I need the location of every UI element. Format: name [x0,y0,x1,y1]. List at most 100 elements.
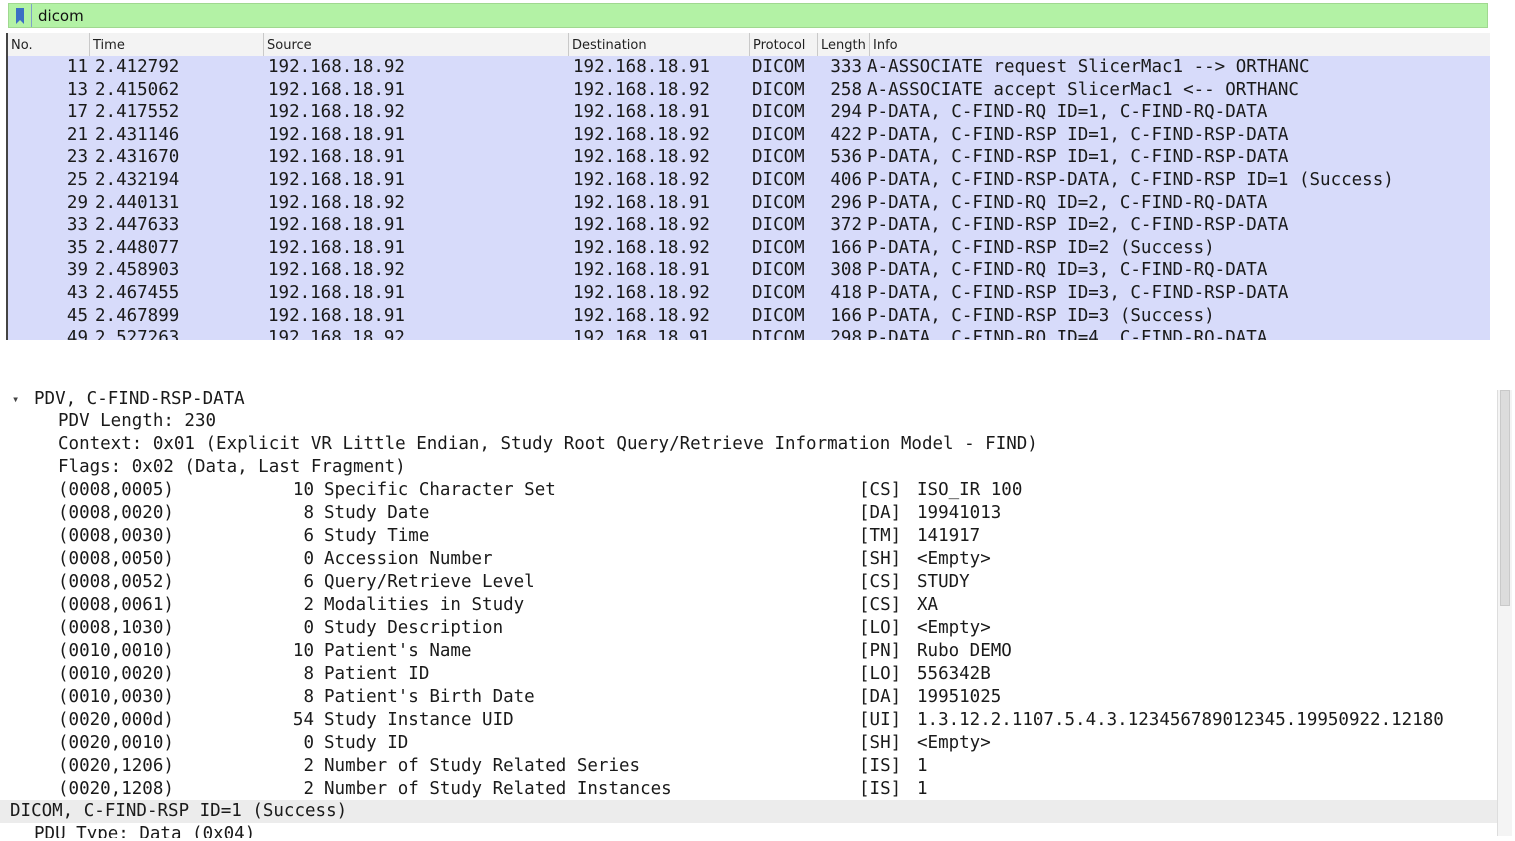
dicom-tag: (0008,0020) [58,503,174,523]
dicom-tag-length: 8 [303,664,314,684]
table-row[interactable]: 43 2.467455 192.168.18.91 192.168.18.92 DICO… [8,282,1490,305]
dicom-tag-row[interactable]: (0008,0030) 6 Study Time [TM] 141917 [0,525,1497,548]
dicom-tag-row[interactable]: (0008,0061) 2 Modalities in Study [CS] XA [0,594,1497,617]
dicom-tag: (0010,0030) [58,687,174,707]
dicom-tag-row[interactable]: (0010,0030) 8 Patient's Birth Date [DA] 1995… [0,686,1497,709]
packet-info: P-DATA, C-FIND-RSP ID=2 (Success) [867,237,1215,258]
packet-no: 39 [66,260,88,281]
table-row[interactable]: 13 2.415062 192.168.18.91 192.168.18.92 DICO… [8,79,1490,102]
packet-protocol: DICOM [752,215,805,236]
dicom-tag-length: 0 [303,733,314,753]
table-row[interactable]: 11 2.412792 192.168.18.92 192.168.18.91 DICO… [8,56,1490,79]
packet-length: 406 [830,170,862,190]
dicom-tag-row[interactable]: (0020,1206) 2 Number of Study Related Seri… [0,755,1497,778]
packet-list[interactable]: No. Time Source Destination Protocol Len… [6,33,1490,340]
detail-tree-header[interactable]: ▾ PDV, C-FIND-RSP-DATA [0,388,1497,411]
column-header-protocol[interactable]: Protocol [750,33,818,56]
packet-time: 2.431146 [95,124,180,145]
selected-dicom-summary: DICOM, C-FIND-RSP ID=1 (Success) [10,801,348,821]
dicom-tag-length: 0 [303,549,314,569]
dicom-tag-name: Number of Study Related Instances [324,779,672,799]
table-row[interactable]: 17 2.417552 192.168.18.92 192.168.18.91 DICO… [8,101,1490,124]
packet-length: 536 [830,147,862,168]
dicom-tag-row[interactable]: (0020,000d) 54 Study Instance UID [UI] 1.3.1… [0,709,1497,732]
display-filter-input[interactable]: dicom [38,7,84,25]
dicom-tag-vr: [CS] [859,595,902,615]
packet-no: 23 [66,147,88,168]
packet-info: P-DATA, C-FIND-RSP ID=1, C-FIND-RSP-DATA [867,147,1289,168]
table-row[interactable]: 29 2.440131 192.168.18.92 192.168.18.91 DICO… [8,192,1490,215]
packet-protocol: DICOM [752,305,805,326]
detail-field[interactable]: Context: 0x01 (Explicit VR Little Endian… [0,433,1497,456]
dicom-tag-row[interactable]: (0020,0010) 0 Study ID [SH] <Empty> [0,732,1497,755]
dicom-tag-row[interactable]: (0008,0020) 8 Study Date [DA] 19941013 [0,502,1497,525]
dicom-tag-name: Patient's Name [324,641,472,661]
table-row[interactable]: 25 2.432194 192.168.18.91 192.168.18.92 DICO… [8,169,1490,192]
dicom-tag-row[interactable]: (0008,0005) 10 Specific Character Set [CS] I… [0,479,1497,502]
details-scroll-thumb[interactable] [1500,390,1510,606]
packet-info: P-DATA, C-FIND-RQ ID=3, C-FIND-RQ-DATA [867,260,1268,281]
packet-source: 192.168.18.91 [268,305,405,326]
dicom-tag-row[interactable]: (0008,0050) 0 Accession Number [SH] <Empty> [0,548,1497,571]
packet-time: 2.412792 [95,57,180,77]
column-header-source[interactable]: Source [264,33,569,56]
dicom-tag-value: <Empty> [917,733,991,753]
packet-time: 2.458903 [95,260,180,281]
dicom-tag-vr: [LO] [859,664,902,684]
column-header-no[interactable]: No. [8,33,90,56]
dicom-tag-value: 556342B [917,664,991,684]
table-row[interactable]: 49 2.527263 192.168.18.92 192.168.18.91 DICO… [8,327,1490,340]
dicom-tag-vr: [DA] [859,687,902,707]
details-scrollbar[interactable] [1497,390,1512,836]
table-row[interactable]: 35 2.448077 192.168.18.91 192.168.18.92 DICO… [8,237,1490,260]
bookmark-icon[interactable] [9,4,32,27]
packet-no: 11 [66,57,88,77]
dicom-tag: (0008,1030) [58,618,174,638]
packet-destination: 192.168.18.92 [573,170,710,190]
dicom-tag: (0008,0050) [58,549,174,569]
table-row[interactable]: 21 2.431146 192.168.18.91 192.168.18.92 DICO… [8,124,1490,147]
dicom-tag-row[interactable]: (0008,0052) 6 Query/Retrieve Level [CS] STUD… [0,571,1497,594]
packet-no: 25 [66,170,88,190]
detail-field[interactable]: Flags: 0x02 (Data, Last Fragment) [0,456,1497,479]
packet-source: 192.168.18.91 [268,124,405,145]
packet-protocol: DICOM [752,192,805,213]
packet-no: 21 [66,124,88,145]
column-header-time[interactable]: Time [90,33,264,56]
packet-details-pane[interactable]: ▾ PDV, C-FIND-RSP-DATA PDV Length: 230 C… [0,388,1512,838]
display-filter-bar[interactable]: dicom [8,3,1488,28]
table-row[interactable]: 45 2.467899 192.168.18.91 192.168.18.92 DICO… [8,305,1490,328]
detail-field[interactable]: PDV Length: 230 [0,410,1497,433]
packet-time: 2.527263 [95,328,180,340]
dicom-tag-value: XA [917,595,939,615]
dicom-tag-row[interactable]: (0010,0020) 8 Patient ID [LO] 556342B [0,663,1497,686]
dicom-tag-length: 8 [303,687,314,707]
table-row[interactable]: 39 2.458903 192.168.18.92 192.168.18.91 DICO… [8,259,1490,282]
packet-protocol: DICOM [752,237,805,258]
dicom-tag: (0020,0010) [58,733,174,753]
packet-source: 192.168.18.91 [268,283,405,303]
dicom-tag-vr: [UI] [859,710,902,730]
dicom-tag-row[interactable]: (0008,1030) 0 Study Description [LO] <Empty> [0,617,1497,640]
packet-destination: 192.168.18.92 [573,305,710,326]
packet-time: 2.448077 [95,237,180,258]
dicom-tag-vr: [TM] [859,526,902,546]
table-row[interactable]: 33 2.447633 192.168.18.91 192.168.18.92 DICO… [8,214,1490,237]
column-header-destination[interactable]: Destination [569,33,750,56]
column-header-info[interactable]: Info [870,33,1490,56]
packet-source: 192.168.18.91 [268,237,405,258]
dicom-tag-name: Study Date [324,503,430,523]
dicom-tag: (0010,0010) [58,641,174,661]
table-row[interactable]: 23 2.431670 192.168.18.91 192.168.18.92 DICO… [8,146,1490,169]
packet-source: 192.168.18.92 [268,192,405,213]
column-header-length[interactable]: Length [818,33,870,56]
packet-source: 192.168.18.91 [268,170,405,190]
dicom-tag-name: Specific Character Set [324,480,556,500]
packet-length: 372 [830,215,862,236]
selected-dicom-summary-row[interactable]: DICOM, C-FIND-RSP ID=1 (Success) [0,800,1497,823]
dicom-tag-row[interactable]: (0010,0010) 10 Patient's Name [PN] Rubo DEMO [0,640,1497,663]
detail-field[interactable]: PDU Type: Data (0x04) [0,823,1497,838]
packet-source: 192.168.18.91 [268,79,405,100]
expand-arrow-icon[interactable]: ▾ [12,388,19,411]
dicom-tag-row[interactable]: (0020,1208) 2 Number of Study Related Inst… [0,778,1497,801]
